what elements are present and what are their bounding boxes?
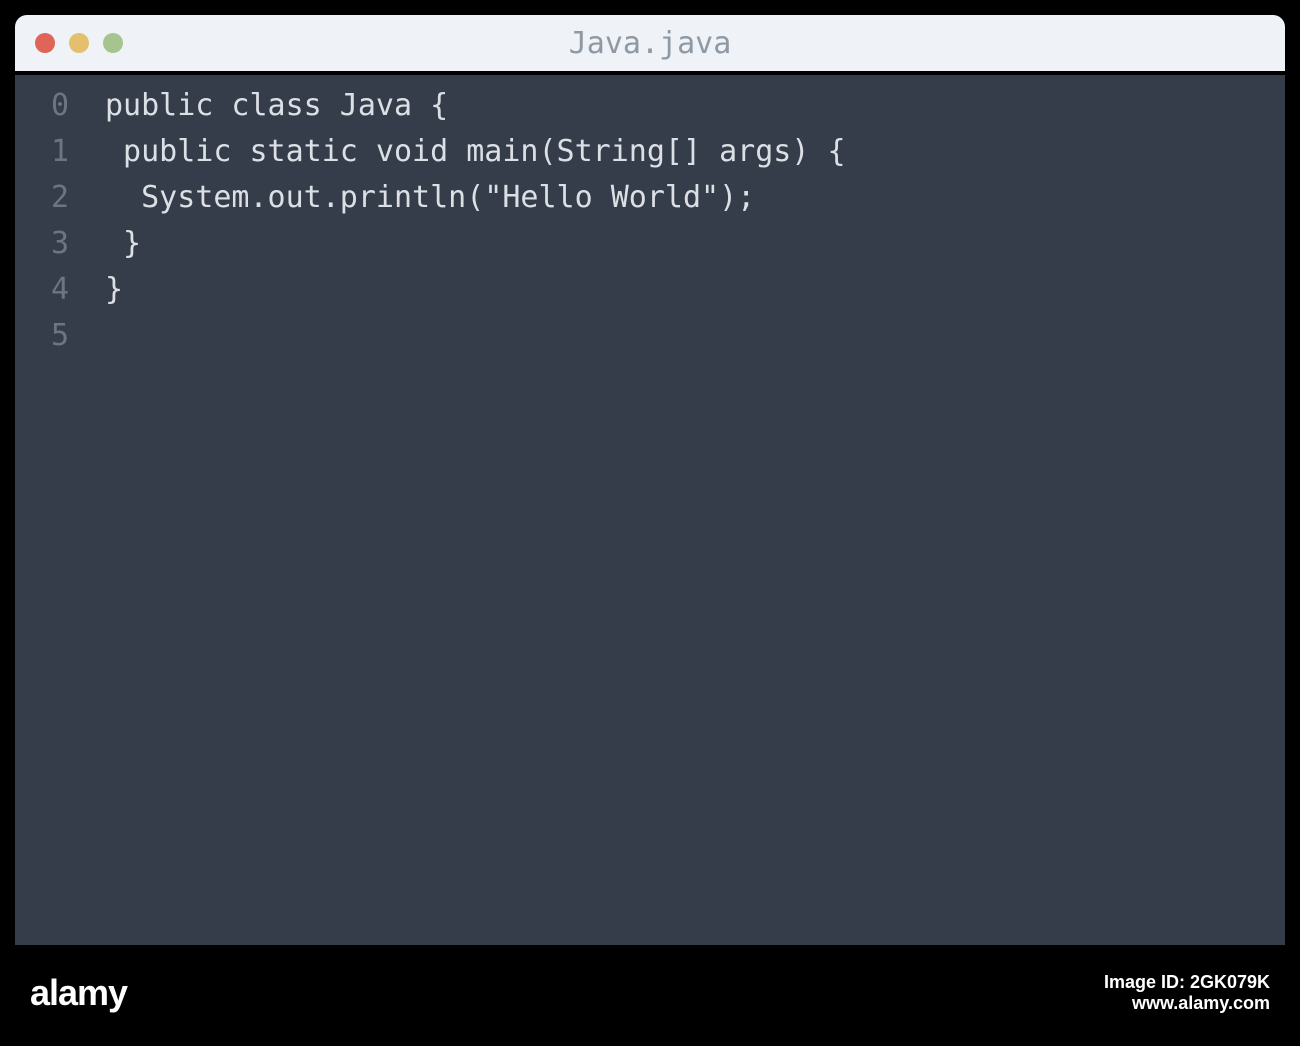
window-title: Java.java: [569, 26, 732, 61]
close-icon[interactable]: [35, 33, 55, 53]
watermark-image-id: Image ID: 2GK079K: [1104, 972, 1270, 993]
code-line: public class Java {: [105, 83, 1285, 129]
watermark-info: Image ID: 2GK079K www.alamy.com: [1104, 972, 1270, 1014]
code-line: System.out.println("Hello World");: [105, 175, 1285, 221]
line-number: 1: [51, 129, 69, 175]
code-line: }: [105, 221, 1285, 267]
code-line: }: [105, 267, 1285, 313]
line-number: 0: [51, 83, 69, 129]
editor-window: Java.java 0 1 2 3 4 5 public class Java …: [15, 15, 1285, 945]
code-line: public static void main(String[] args) {: [105, 129, 1285, 175]
line-number-gutter: 0 1 2 3 4 5: [15, 83, 87, 945]
line-number: 4: [51, 267, 69, 313]
watermark-brand-area: alamy: [30, 972, 127, 1014]
line-number: 3: [51, 221, 69, 267]
watermark-footer: alamy Image ID: 2GK079K www.alamy.com: [0, 945, 1300, 1040]
line-number: 5: [51, 313, 69, 359]
line-number: 2: [51, 175, 69, 221]
watermark-url: www.alamy.com: [1132, 993, 1270, 1014]
maximize-icon[interactable]: [103, 33, 123, 53]
titlebar[interactable]: Java.java: [15, 15, 1285, 71]
code-content[interactable]: public class Java { public static void m…: [87, 83, 1285, 945]
minimize-icon[interactable]: [69, 33, 89, 53]
watermark-logo: alamy: [30, 972, 127, 1014]
window-controls: [35, 33, 123, 53]
code-editor[interactable]: 0 1 2 3 4 5 public class Java { public s…: [15, 75, 1285, 945]
